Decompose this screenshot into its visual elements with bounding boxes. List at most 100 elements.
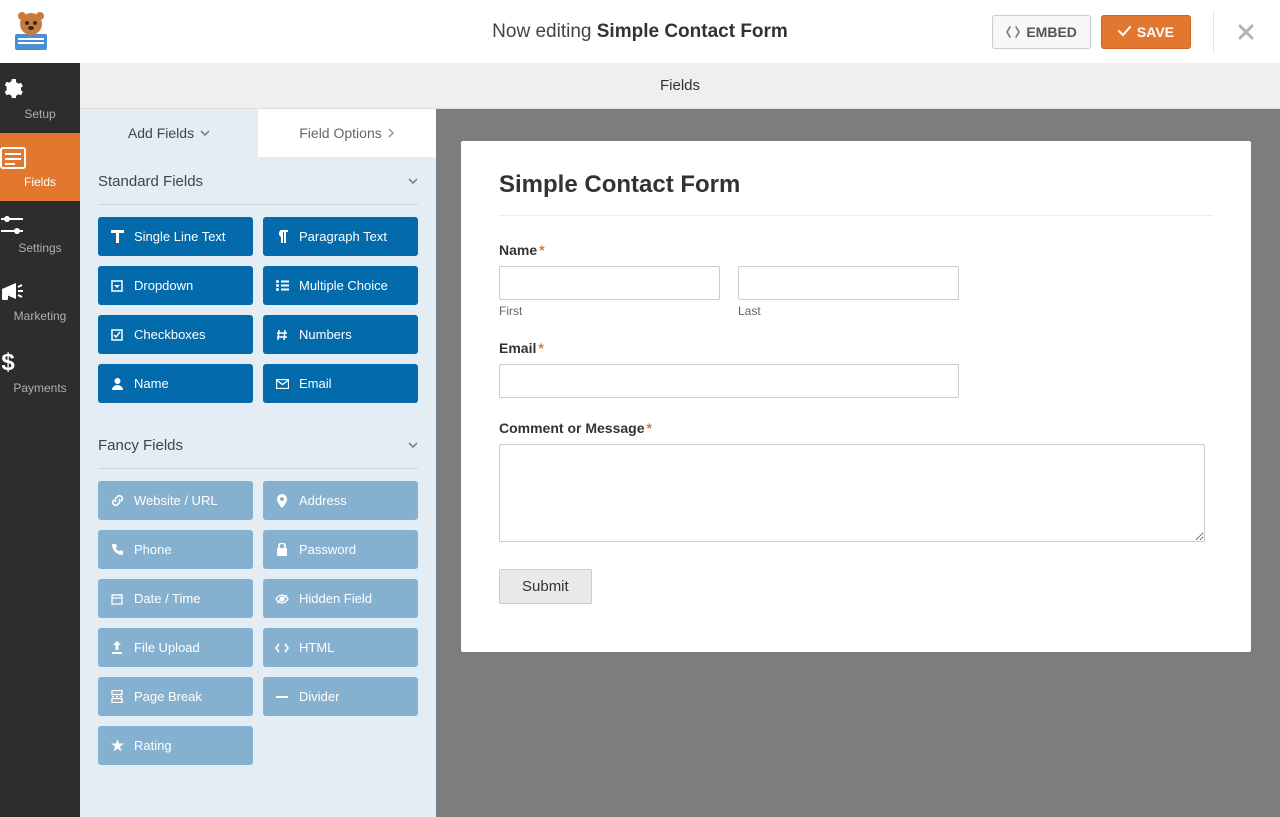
field-label: Address <box>299 493 347 508</box>
field-label: Phone <box>134 542 172 557</box>
tab-field-options[interactable]: Field Options <box>258 109 436 157</box>
embed-button[interactable]: EMBED <box>992 15 1091 49</box>
calendar-icon <box>110 593 124 605</box>
sidebar-item-payments[interactable]: $ Payments <box>0 335 80 407</box>
field-label: File Upload <box>134 640 200 655</box>
last-name-input[interactable] <box>738 266 959 300</box>
submit-button[interactable]: Submit <box>499 569 592 604</box>
hash-icon <box>275 329 289 341</box>
sidebar-item-fields[interactable]: Fields <box>0 133 80 201</box>
save-button[interactable]: SAVE <box>1101 15 1191 49</box>
sublabel-first: First <box>499 304 720 318</box>
section-title: Fancy Fields <box>98 437 183 454</box>
field-multiple-choice[interactable]: Multiple Choice <box>263 266 418 305</box>
required-asterisk: * <box>538 340 543 356</box>
field-label: Checkboxes <box>134 327 206 342</box>
field-label: Rating <box>134 738 172 753</box>
phone-icon <box>110 544 124 556</box>
dollar-icon: $ <box>0 349 80 375</box>
page-title: Now editing Simple Contact Form <box>492 21 788 43</box>
sidebar-item-settings[interactable]: Settings <box>0 201 80 267</box>
field-address[interactable]: Address <box>263 481 418 520</box>
code-icon <box>275 643 289 653</box>
editing-prefix: Now editing <box>492 21 591 42</box>
minus-icon <box>275 695 289 699</box>
field-checkboxes[interactable]: Checkboxes <box>98 315 253 354</box>
star-icon <box>110 739 124 752</box>
fields-panel: Add Fields Field Options Standard Fields… <box>80 109 436 817</box>
field-label: Numbers <box>299 327 352 342</box>
comment-textarea[interactable] <box>499 444 1205 542</box>
sliders-icon <box>0 215 80 235</box>
sidebar-item-setup[interactable]: Setup <box>0 63 80 133</box>
field-label: Paragraph Text <box>299 229 387 244</box>
field-single-line-text[interactable]: Single Line Text <box>98 217 253 256</box>
tab-label: Field Options <box>299 125 381 141</box>
user-icon <box>110 377 124 390</box>
divider <box>98 468 418 469</box>
field-phone[interactable]: Phone <box>98 530 253 569</box>
upload-icon <box>110 641 124 654</box>
field-divider[interactable]: Divider <box>263 677 418 716</box>
field-label: Password <box>299 542 356 557</box>
main-sidebar: Setup Fields Settings Marketing $ Paymen… <box>0 63 80 817</box>
eye-slash-icon <box>275 594 289 604</box>
field-website-url[interactable]: Website / URL <box>98 481 253 520</box>
field-label: Dropdown <box>134 278 193 293</box>
field-date-time[interactable]: Date / Time <box>98 579 253 618</box>
chevron-down-icon <box>408 178 418 185</box>
form-preview[interactable]: Simple Contact Form Name* First Last <box>461 141 1251 652</box>
list-icon <box>275 280 289 291</box>
save-label: SAVE <box>1137 24 1174 40</box>
divider <box>98 204 418 205</box>
code-icon <box>1006 26 1020 38</box>
field-paragraph-text[interactable]: Paragraph Text <box>263 217 418 256</box>
sidebar-item-label: Settings <box>18 241 61 255</box>
field-email[interactable]: Email <box>263 364 418 403</box>
form-field-email[interactable]: Email* <box>499 340 1213 398</box>
panel-header: Fields <box>80 63 1280 109</box>
lock-icon <box>275 543 289 556</box>
close-icon <box>1238 24 1254 40</box>
field-rating[interactable]: Rating <box>98 726 253 765</box>
close-button[interactable] <box>1230 20 1262 44</box>
field-label: Name* <box>499 242 1213 258</box>
envelope-icon <box>275 379 289 389</box>
section-fancy-fields[interactable]: Fancy Fields <box>80 421 436 462</box>
caret-square-icon <box>110 280 124 292</box>
field-label: Page Break <box>134 689 202 704</box>
form-icon <box>0 147 80 169</box>
field-page-break[interactable]: Page Break <box>98 677 253 716</box>
check-icon <box>1118 26 1131 37</box>
field-numbers[interactable]: Numbers <box>263 315 418 354</box>
field-dropdown[interactable]: Dropdown <box>98 266 253 305</box>
field-name[interactable]: Name <box>98 364 253 403</box>
sidebar-item-label: Marketing <box>14 309 67 323</box>
field-label: Date / Time <box>134 591 200 606</box>
field-label: Divider <box>299 689 339 704</box>
first-name-input[interactable] <box>499 266 720 300</box>
sidebar-item-label: Fields <box>24 175 56 189</box>
sidebar-item-marketing[interactable]: Marketing <box>0 267 80 335</box>
field-password[interactable]: Password <box>263 530 418 569</box>
field-file-upload[interactable]: File Upload <box>98 628 253 667</box>
form-field-name[interactable]: Name* First Last <box>499 242 1213 318</box>
email-input[interactable] <box>499 364 959 398</box>
tab-label: Add Fields <box>128 125 194 141</box>
gear-icon <box>0 77 80 101</box>
field-label: Website / URL <box>134 493 218 508</box>
form-canvas: Simple Contact Form Name* First Last <box>436 109 1280 817</box>
section-standard-fields[interactable]: Standard Fields <box>80 157 436 198</box>
tab-add-fields[interactable]: Add Fields <box>80 109 258 157</box>
required-asterisk: * <box>539 242 544 258</box>
field-html[interactable]: HTML <box>263 628 418 667</box>
form-name: Simple Contact Form <box>597 21 788 42</box>
map-pin-icon <box>275 494 289 508</box>
sublabel-last: Last <box>738 304 959 318</box>
paragraph-icon <box>275 230 289 243</box>
form-field-comment[interactable]: Comment or Message* <box>499 420 1213 547</box>
panel-title: Fields <box>660 77 700 94</box>
field-hidden[interactable]: Hidden Field <box>263 579 418 618</box>
field-label: HTML <box>299 640 334 655</box>
chevron-down-icon <box>200 130 210 137</box>
